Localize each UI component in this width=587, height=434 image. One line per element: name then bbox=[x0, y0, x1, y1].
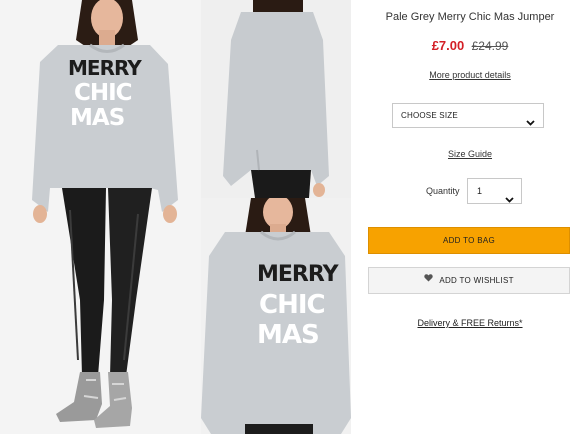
delivery-returns-link[interactable]: Delivery & FREE Returns* bbox=[364, 318, 576, 328]
model-side-image bbox=[201, 0, 351, 198]
jumper-print-merry: MERRY bbox=[68, 56, 142, 80]
wishlist-label: ADD TO WISHLIST bbox=[439, 276, 514, 285]
chevron-down-icon bbox=[505, 188, 514, 212]
product-info-panel: Pale Grey Merry Chic Mas Jumper £7.00 £2… bbox=[364, 0, 576, 434]
closeup-print-mas: MAS bbox=[257, 320, 320, 350]
chevron-down-icon bbox=[526, 112, 535, 135]
more-product-details-link[interactable]: More product details bbox=[364, 70, 576, 80]
size-select[interactable]: CHOOSE SIZE bbox=[392, 103, 544, 128]
product-title: Pale Grey Merry Chic Mas Jumper bbox=[385, 11, 555, 23]
heart-icon bbox=[424, 267, 433, 292]
product-photo-front-closeup[interactable]: MERRY CHIC MAS bbox=[201, 198, 351, 434]
quantity-value: 1 bbox=[477, 186, 483, 196]
quantity-select[interactable]: 1 bbox=[467, 178, 522, 204]
closeup-print-merry: MERRY bbox=[257, 262, 339, 287]
add-to-bag-button[interactable]: ADD TO BAG bbox=[368, 227, 570, 254]
closeup-print-chic: CHIC bbox=[259, 290, 326, 320]
current-price: £7.00 bbox=[431, 38, 465, 53]
product-photo-full-length[interactable]: MERRY CHIC MAS bbox=[0, 0, 201, 434]
product-photo-side[interactable] bbox=[201, 0, 351, 198]
add-to-wishlist-button[interactable]: ADD TO WISHLIST bbox=[368, 267, 570, 294]
original-price: £24.99 bbox=[471, 39, 509, 53]
price-block: £7.00 £24.99 bbox=[364, 38, 576, 53]
size-guide-link[interactable]: Size Guide bbox=[364, 149, 576, 159]
quantity-label: Quantity bbox=[426, 186, 460, 196]
jumper-print-chic: CHIC bbox=[74, 80, 133, 106]
jumper-print-mas: MAS bbox=[70, 105, 125, 131]
size-select-value: CHOOSE SIZE bbox=[401, 111, 458, 120]
